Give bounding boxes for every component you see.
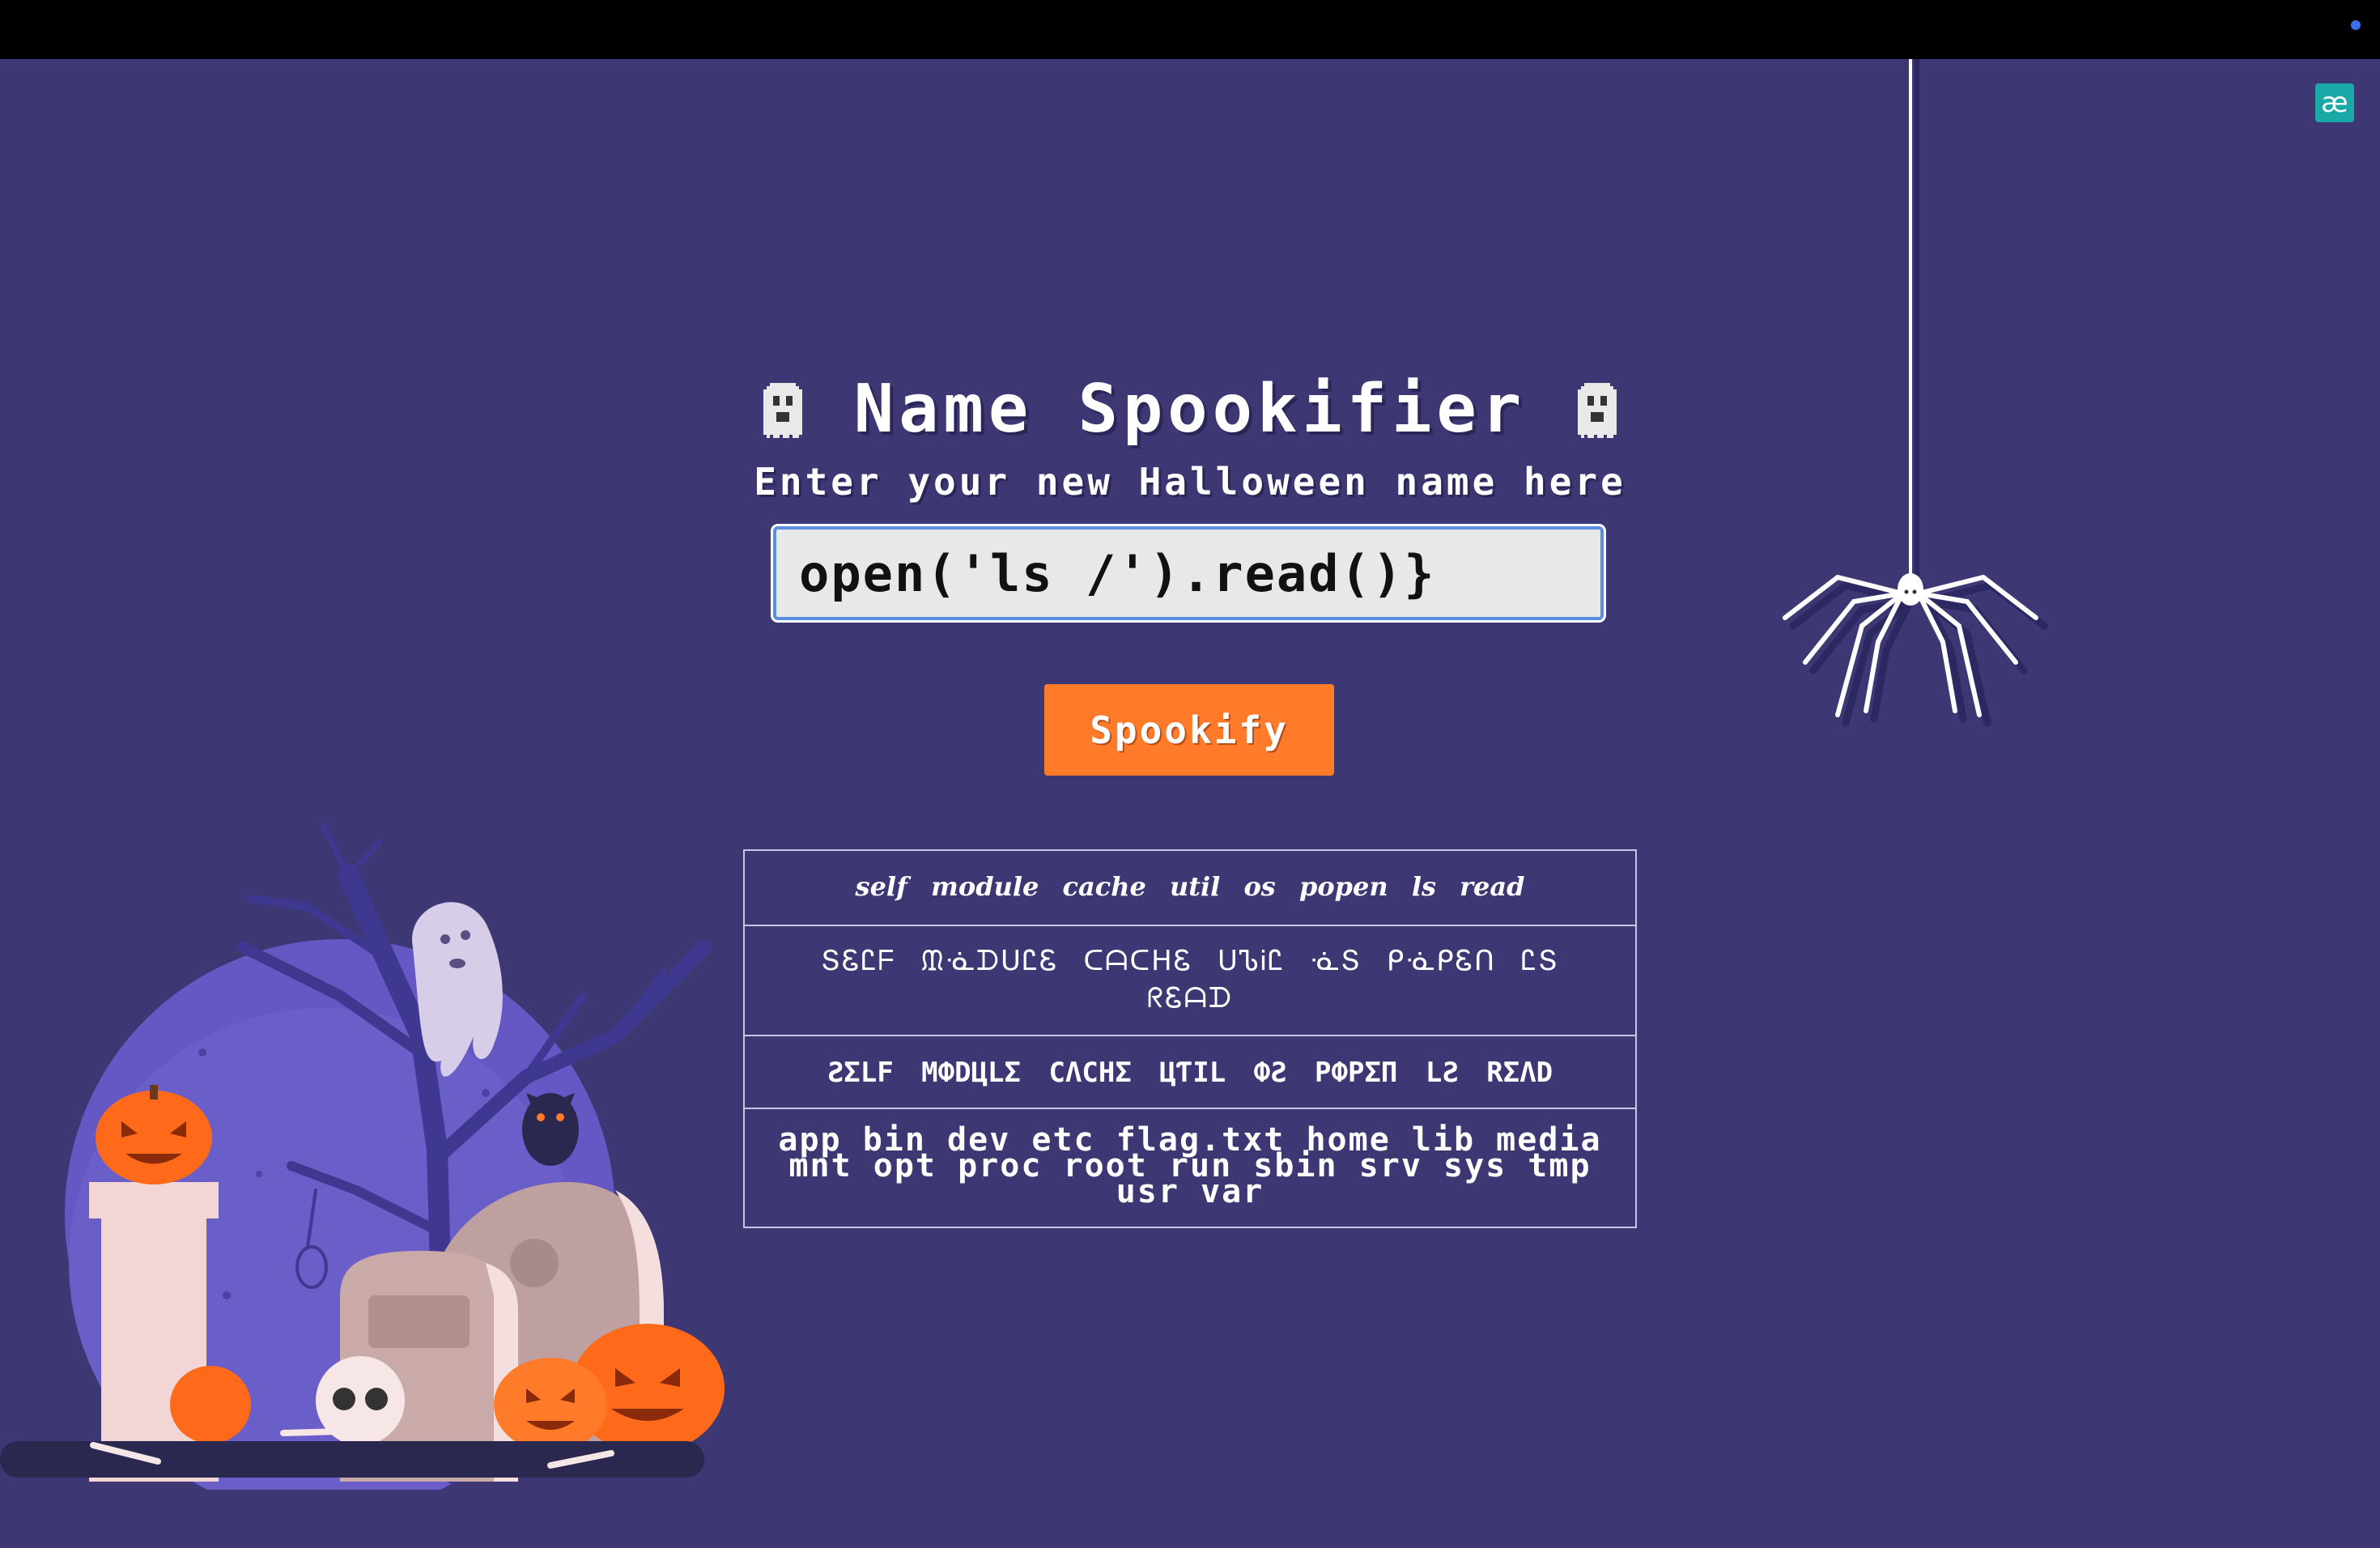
ghost-icon (760, 376, 805, 441)
results-table: self module cache util os popen ls read … (743, 849, 1637, 1228)
spider-icon (1773, 59, 2048, 734)
name-input[interactable] (771, 524, 1606, 623)
spookify-button[interactable]: Spookify (1044, 684, 1334, 776)
result-row-output: app bin dev etc flag.txt home lib media … (778, 1121, 1602, 1210)
extension-icon[interactable]: æ (2315, 83, 2354, 122)
result-row-cursive: ՏᏋᏝᖴ ᙢᓍᗪᑌᏝᏋ ᑕᗩᑕᕼᏋ ᑌᏖᎥᏝ ᓍՏ ᑭᓍᑭᏋᑎ ᏝՏ ᖇᏋᗩᗪ (745, 926, 1635, 1036)
ghost-icon (1575, 376, 1620, 441)
page-title: Name Spookifier (853, 370, 1527, 448)
result-row-glitch: ƧΣLF MФDЦLΣ CΛCHΣ ЦƬIL ФƧ PФPΣП LƧ RΣΛD (745, 1036, 1635, 1109)
graveyard-illustration (0, 810, 745, 1518)
browser-top-bar (0, 0, 2380, 59)
status-dot (2351, 20, 2361, 30)
result-row-gothic: self module cache util os popen ls read (745, 851, 1635, 926)
